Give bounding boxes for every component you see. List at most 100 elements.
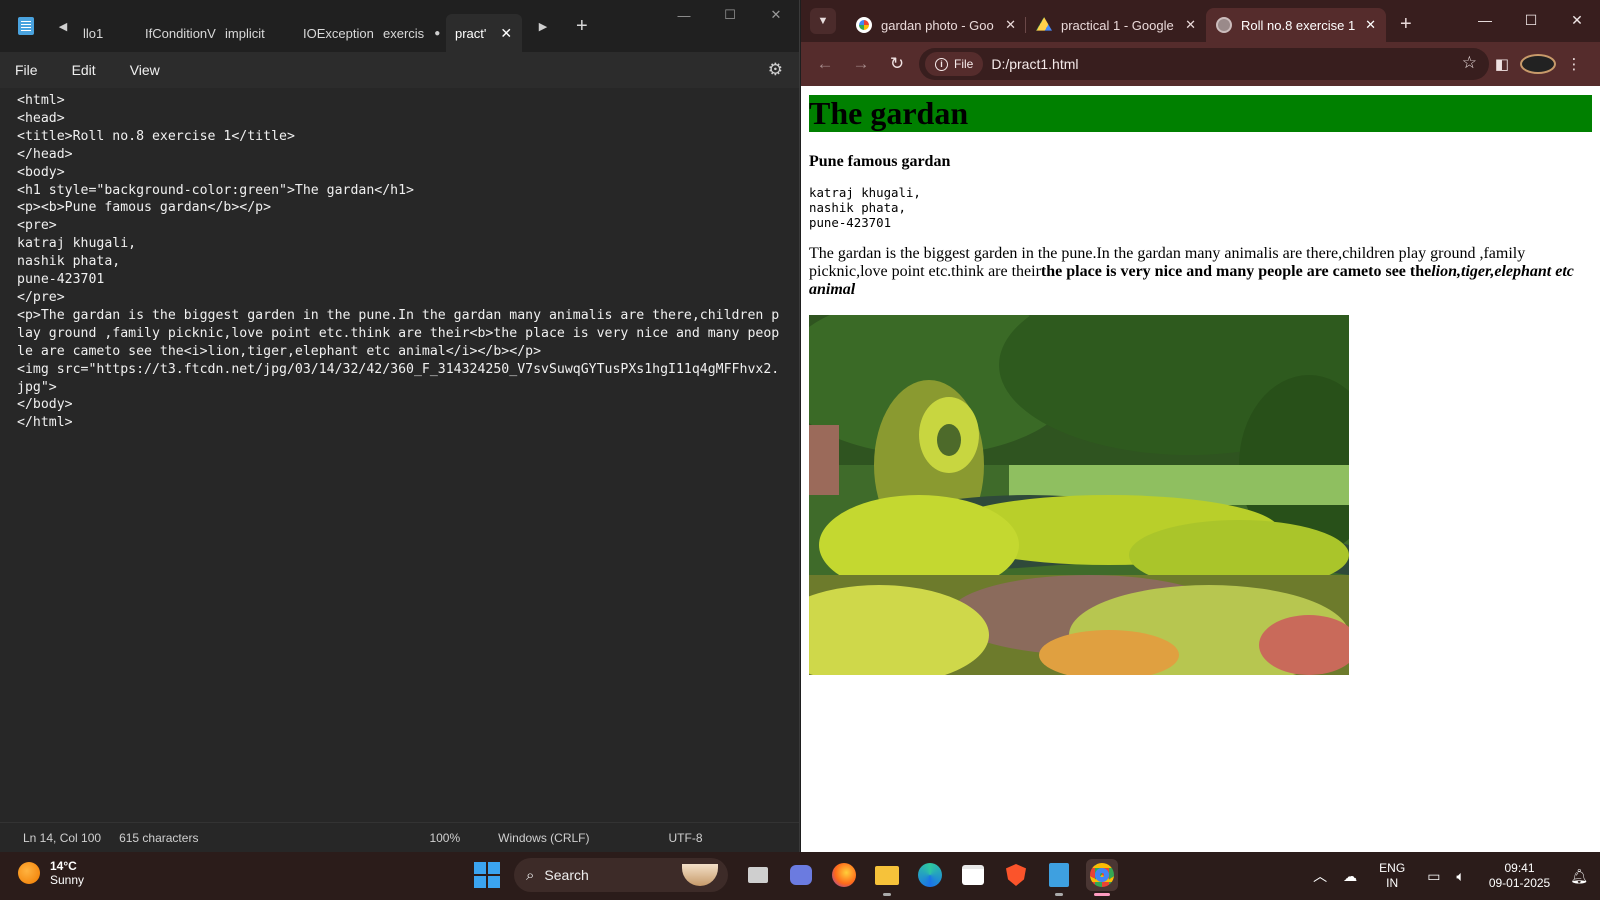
character-count: 615 characters bbox=[119, 830, 199, 845]
task-view-icon[interactable] bbox=[742, 859, 774, 891]
garden-photo-svg bbox=[809, 315, 1349, 675]
tab-search-chevron-icon[interactable]: ▼ bbox=[810, 8, 836, 34]
side-panel-icon[interactable]: ◧ bbox=[1484, 55, 1520, 73]
notepad-tabs: llo1 IfConditionV implicit IOException e… bbox=[74, 0, 588, 52]
chrome-window: ▼ gardan photo - Goo ✕ practical 1 - Goo… bbox=[801, 0, 1600, 852]
close-tab-icon[interactable]: ✕ bbox=[1365, 17, 1376, 33]
menu-file[interactable]: File bbox=[15, 62, 38, 78]
close-icon[interactable]: ✕ bbox=[753, 0, 799, 30]
notepad-tab[interactable]: exercis ● bbox=[374, 14, 446, 52]
line-ending: Windows (CRLF) bbox=[498, 830, 590, 845]
store-icon[interactable] bbox=[957, 859, 989, 891]
chrome-tab[interactable]: practical 1 - Google ✕ bbox=[1026, 8, 1206, 42]
taskbar-apps: ⌕ Search bbox=[474, 858, 1118, 896]
firefox-icon[interactable] bbox=[828, 859, 860, 891]
notepad-tab[interactable]: IfConditionV bbox=[136, 14, 216, 52]
start-button[interactable] bbox=[474, 862, 500, 888]
globe-icon bbox=[1216, 17, 1232, 33]
network-icon[interactable]: ▭ bbox=[1427, 868, 1440, 885]
notepad-taskbar-icon[interactable] bbox=[1043, 859, 1075, 896]
weather-widget[interactable]: 14°C Sunny bbox=[18, 859, 84, 887]
new-tab-button[interactable]: + bbox=[1400, 13, 1412, 36]
tab-label: pract' bbox=[455, 25, 487, 41]
back-arrow-icon[interactable]: ← bbox=[807, 54, 843, 74]
chrome-window-controls: — ☐ ✕ bbox=[1462, 0, 1600, 40]
paragraph-bold-text: the place is very nice and many people a… bbox=[1040, 263, 1432, 280]
tab-label: exercis bbox=[383, 25, 425, 41]
zoom-level: 100% bbox=[429, 830, 461, 845]
page-heading: The gardan bbox=[809, 95, 1592, 132]
close-tab-icon[interactable]: ✕ bbox=[500, 25, 512, 42]
weather-temp: 14°C bbox=[50, 859, 77, 873]
google-drive-icon bbox=[1036, 17, 1052, 31]
region-code: IN bbox=[1386, 876, 1399, 890]
site-info-label: File bbox=[954, 57, 974, 71]
notepad-tab[interactable]: IOException bbox=[294, 14, 374, 52]
notepad-tab[interactable]: implicit bbox=[216, 14, 294, 52]
sun-icon bbox=[18, 862, 40, 884]
meet-icon[interactable] bbox=[785, 859, 817, 891]
taskbar-search[interactable]: ⌕ Search bbox=[514, 858, 728, 892]
page-subtitle: Pune famous gardan bbox=[809, 153, 951, 170]
chrome-tab-active[interactable]: Roll no.8 exercise 1 ✕ bbox=[1206, 8, 1386, 42]
edge-icon[interactable] bbox=[914, 859, 946, 891]
running-indicator bbox=[1094, 893, 1110, 896]
search-highlight-icon bbox=[682, 864, 718, 886]
chrome-taskbar-icon[interactable] bbox=[1086, 859, 1118, 896]
profile-avatar[interactable] bbox=[1520, 54, 1556, 74]
running-indicator bbox=[1055, 893, 1063, 896]
url-text[interactable]: D:/pract1.html bbox=[991, 56, 1078, 72]
bookmark-star-icon[interactable]: ☆ bbox=[1462, 53, 1477, 73]
search-label: Search bbox=[544, 867, 589, 883]
running-indicator bbox=[883, 893, 891, 896]
address-bar[interactable]: i File D:/pract1.html ☆ bbox=[919, 48, 1489, 80]
search-icon: ⌕ bbox=[526, 866, 535, 884]
chrome-tab[interactable]: gardan photo - Goo ✕ bbox=[846, 8, 1026, 42]
tab-label: IOException bbox=[303, 25, 374, 41]
clock-date: 09-01-2025 bbox=[1488, 876, 1551, 890]
notepad-window-controls: — ☐ ✕ bbox=[661, 0, 799, 30]
new-tab-button[interactable]: + bbox=[576, 15, 588, 38]
address-block: katraj khugali, nashik phata, pune-42370… bbox=[809, 185, 921, 230]
info-icon: i bbox=[935, 57, 948, 71]
code-editor[interactable]: <html> <head> <title>Roll no.8 exercise … bbox=[0, 88, 799, 808]
menu-view[interactable]: View bbox=[130, 62, 160, 78]
menu-edit[interactable]: Edit bbox=[72, 62, 96, 78]
volume-icon[interactable]: 🔈︎ bbox=[1456, 868, 1464, 885]
chevron-up-icon[interactable]: ︿ bbox=[1313, 866, 1327, 886]
folder-icon[interactable] bbox=[871, 859, 903, 896]
minimize-icon[interactable]: — bbox=[1462, 0, 1508, 40]
minimize-icon[interactable]: — bbox=[661, 0, 707, 30]
notepad-icon bbox=[18, 17, 34, 35]
notepad-menubar: File Edit View ⚙ bbox=[0, 52, 799, 88]
tab-title: Roll no.8 exercise 1 bbox=[1241, 17, 1356, 33]
language-indicator[interactable]: ENG IN bbox=[1379, 861, 1405, 891]
close-tab-icon[interactable]: ✕ bbox=[1005, 17, 1016, 33]
clock-time: 09:41 bbox=[1504, 861, 1535, 875]
cursor-position: Ln 14, Col 100 bbox=[23, 830, 102, 845]
tab-label: implicit bbox=[225, 25, 265, 41]
onedrive-icon[interactable]: ☁ bbox=[1343, 868, 1357, 885]
notepad-tab-active[interactable]: pract' ✕ bbox=[446, 14, 522, 52]
tab-title: practical 1 - Google bbox=[1061, 17, 1174, 33]
tab-scroll-left-icon[interactable]: ◀ bbox=[52, 20, 74, 33]
tab-label: IfConditionV bbox=[145, 25, 216, 41]
close-icon[interactable]: ✕ bbox=[1554, 0, 1600, 40]
reload-icon[interactable]: ↻ bbox=[879, 54, 915, 74]
notification-bell-icon[interactable]: 🔔︎ bbox=[1570, 868, 1588, 885]
close-tab-icon[interactable]: ✕ bbox=[1185, 17, 1196, 33]
brave-icon[interactable] bbox=[1000, 859, 1032, 891]
garden-lion-topiary-image bbox=[809, 315, 1349, 675]
notepad-tab[interactable]: llo1 bbox=[74, 14, 136, 52]
tab-scroll-right-icon[interactable]: ▶ bbox=[532, 20, 554, 33]
maximize-icon[interactable]: ☐ bbox=[707, 0, 753, 30]
encoding: UTF-8 bbox=[668, 830, 703, 845]
windows-taskbar: 14°C Sunny ⌕ Search ︿ ☁ ENG IN ▭ 🔈︎ 09:4… bbox=[0, 852, 1600, 900]
maximize-icon[interactable]: ☐ bbox=[1508, 0, 1554, 40]
notepad-window: ◀ llo1 IfConditionV implicit IOException… bbox=[0, 0, 800, 852]
more-menu-icon[interactable]: ⋮ bbox=[1556, 55, 1592, 73]
settings-gear-icon[interactable]: ⚙ bbox=[768, 60, 783, 80]
clock[interactable]: 09:41 09-01-2025 bbox=[1489, 861, 1550, 891]
forward-arrow-icon[interactable]: → bbox=[843, 54, 879, 74]
site-info-chip[interactable]: i File bbox=[925, 52, 984, 76]
